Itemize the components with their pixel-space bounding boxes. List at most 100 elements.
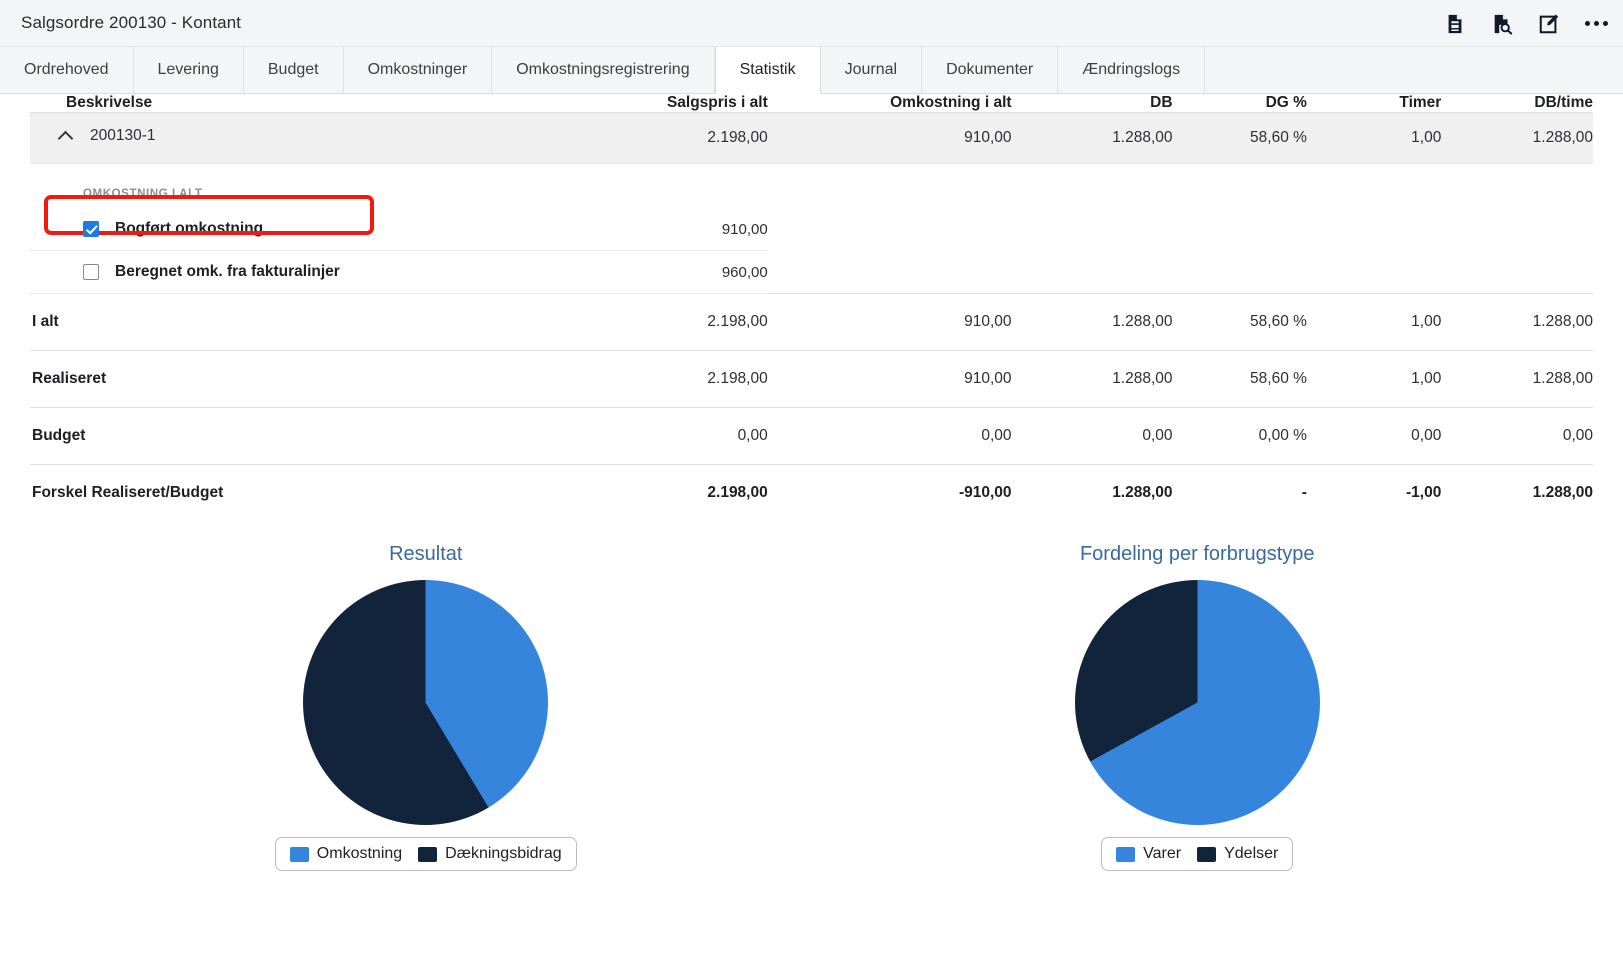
subitem-empty-cell xyxy=(1012,251,1173,294)
total-db-time: 1.288,00 xyxy=(1441,351,1593,408)
total-sales: 2.198,00 xyxy=(546,294,768,351)
tab-statistik[interactable]: Statistik xyxy=(715,47,821,94)
total-label: Realiseret xyxy=(30,351,546,408)
legend-item[interactable]: Omkostning xyxy=(290,845,402,863)
chart-resultat: Resultat Omkostning Dækningsbidrag xyxy=(40,543,812,871)
chart-legend: Omkostning Dækningsbidrag xyxy=(275,837,577,871)
legend-swatch-icon xyxy=(1197,847,1216,862)
charts-area: Resultat Omkostning Dækningsbidrag Forde… xyxy=(30,543,1593,871)
document-report-icon[interactable] xyxy=(1442,11,1468,37)
header-actions xyxy=(1442,0,1609,47)
total-label: Budget xyxy=(30,408,546,465)
tab-ordrehoved[interactable]: Ordrehoved xyxy=(0,47,134,93)
tab-omkostningsregistrering[interactable]: Omkostningsregistrering xyxy=(492,47,714,93)
group-row-label-cell[interactable]: 200130-1 xyxy=(30,113,546,164)
subitem-empty-cell xyxy=(1307,208,1441,251)
header-beskrivelse: Beskrivelse xyxy=(30,94,546,113)
table-row-subitem[interactable]: Bogført omkostning 910,00 xyxy=(30,208,1593,251)
pie-chart-fordeling xyxy=(1075,580,1320,825)
table-header: Beskrivelse Salgspris i alt Omkostning i… xyxy=(30,94,1593,113)
total-db-time: 1.288,00 xyxy=(1441,465,1593,522)
subitem-label: Bogført omkostning xyxy=(115,220,263,238)
statistics-panel: Beskrivelse Salgspris i alt Omkostning i… xyxy=(0,94,1623,871)
legend-swatch-icon xyxy=(290,847,309,862)
subitem-empty-cell xyxy=(768,208,1012,251)
legend-label: Dækningsbidrag xyxy=(445,845,562,863)
header-db: DB xyxy=(1012,94,1173,113)
chart-legend: Varer Ydelser xyxy=(1101,837,1293,871)
table-row-subitem[interactable]: Beregnet omk. fra fakturalinjer 960,00 xyxy=(30,251,1593,294)
total-hours: 1,00 xyxy=(1307,294,1441,351)
checkbox-bogfoert-omkostning[interactable] xyxy=(83,221,99,237)
total-label: I alt xyxy=(30,294,546,351)
total-hours: -1,00 xyxy=(1307,465,1441,522)
total-cost: 910,00 xyxy=(768,294,1012,351)
header-omkostning: Omkostning i alt xyxy=(768,94,1012,113)
legend-item[interactable]: Ydelser xyxy=(1197,845,1278,863)
total-cost: 910,00 xyxy=(768,351,1012,408)
document-search-icon[interactable] xyxy=(1489,11,1515,37)
total-dg: 0,00 % xyxy=(1173,408,1307,465)
total-db: 1.288,00 xyxy=(1012,351,1173,408)
legend-swatch-icon xyxy=(1116,847,1135,862)
section-heading-row: OMKOSTNING I ALT xyxy=(30,164,1593,209)
total-sales: 2.198,00 xyxy=(546,465,768,522)
group-row-hours: 1,00 xyxy=(1307,113,1441,164)
legend-label: Varer xyxy=(1143,845,1181,863)
window-header: Salgsordre 200130 - Kontant xyxy=(0,0,1623,47)
chart-fordeling-per-forbrugstype: Fordeling per forbrugstype Varer Ydelser xyxy=(812,543,1584,871)
subitem-empty-cell xyxy=(1173,251,1307,294)
chart-title: Resultat xyxy=(389,543,462,566)
tab-levering[interactable]: Levering xyxy=(134,47,244,93)
subitem-empty-cell xyxy=(1307,251,1441,294)
tab-journal[interactable]: Journal xyxy=(821,47,922,93)
tab-bar: Ordrehoved Levering Budget Omkostninger … xyxy=(0,47,1623,94)
total-db-time: 0,00 xyxy=(1441,408,1593,465)
more-options-icon[interactable] xyxy=(1583,11,1609,37)
group-row-db-time: 1.288,00 xyxy=(1441,113,1593,164)
total-label: Forskel Realiseret/Budget xyxy=(30,465,546,522)
pie-chart-resultat xyxy=(303,580,548,825)
subitem-label: Beregnet omk. fra fakturalinjer xyxy=(115,263,340,281)
table-row-budget: Budget 0,00 0,00 0,00 0,00 % 0,00 0,00 xyxy=(30,408,1593,465)
header-salgspris: Salgspris i alt xyxy=(546,94,768,113)
subitem-empty-cell xyxy=(1441,251,1593,294)
header-timer: Timer xyxy=(1307,94,1441,113)
total-db: 1.288,00 xyxy=(1012,294,1173,351)
subitem-empty-cell xyxy=(1173,208,1307,251)
tab-dokumenter[interactable]: Dokumenter xyxy=(922,47,1058,93)
group-row-cost: 910,00 xyxy=(768,113,1012,164)
legend-item[interactable]: Varer xyxy=(1116,845,1181,863)
legend-swatch-icon xyxy=(418,847,437,862)
chart-title: Fordeling per forbrugstype xyxy=(1080,543,1315,566)
group-row-dg: 58,60 % xyxy=(1173,113,1307,164)
legend-item[interactable]: Dækningsbidrag xyxy=(418,845,562,863)
header-dg: DG % xyxy=(1173,94,1307,113)
subitem-value: 960,00 xyxy=(546,251,768,294)
table-row-forskel: Forskel Realiseret/Budget 2.198,00 -910,… xyxy=(30,465,1593,522)
total-cost: 0,00 xyxy=(768,408,1012,465)
subitem-label-cell[interactable]: Beregnet omk. fra fakturalinjer xyxy=(30,251,546,294)
total-hours: 0,00 xyxy=(1307,408,1441,465)
window-title: Salgsordre 200130 - Kontant xyxy=(0,13,241,33)
chevron-up-icon[interactable] xyxy=(58,128,74,144)
total-sales: 2.198,00 xyxy=(546,351,768,408)
subitem-empty-cell xyxy=(1441,208,1593,251)
subitem-empty-cell xyxy=(768,251,1012,294)
subitem-label-cell[interactable]: Bogført omkostning xyxy=(30,208,546,251)
tab-budget[interactable]: Budget xyxy=(244,47,344,93)
header-db-time: DB/time xyxy=(1441,94,1593,113)
tab-omkostninger[interactable]: Omkostninger xyxy=(344,47,493,93)
table-row-total-i-alt: I alt 2.198,00 910,00 1.288,00 58,60 % 1… xyxy=(30,294,1593,351)
group-row-db: 1.288,00 xyxy=(1012,113,1173,164)
checkbox-beregnet-omk-fra-fakturalinjer[interactable] xyxy=(83,264,99,280)
total-dg: - xyxy=(1173,465,1307,522)
total-hours: 1,00 xyxy=(1307,351,1441,408)
total-db-time: 1.288,00 xyxy=(1441,294,1593,351)
edit-pencil-icon[interactable] xyxy=(1536,11,1562,37)
total-dg: 58,60 % xyxy=(1173,351,1307,408)
subitem-value: 910,00 xyxy=(546,208,768,251)
table-row-group[interactable]: 200130-1 2.198,00 910,00 1.288,00 58,60 … xyxy=(30,113,1593,164)
tab-aendringslogs[interactable]: Ændringslogs xyxy=(1058,47,1205,93)
total-dg: 58,60 % xyxy=(1173,294,1307,351)
